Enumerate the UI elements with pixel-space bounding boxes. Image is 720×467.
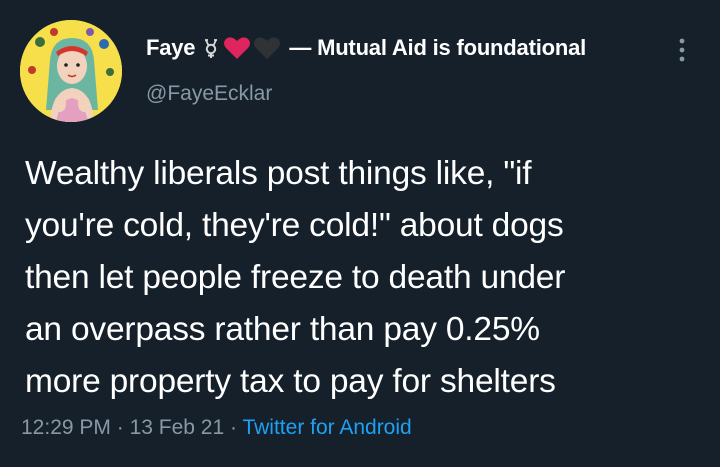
tweet-text-line: Wealthy liberals post things like, "if: [25, 155, 532, 192]
meta-separator: ·: [230, 416, 237, 439]
tweet-text-line: more property tax to pay for shelters: [25, 363, 556, 400]
display-name-suffix: — Mutual Aid is foundational: [289, 35, 587, 60]
name-emoji-group: [203, 36, 281, 60]
author-row: Faye — Mutual Aid is foundational: [146, 33, 586, 63]
black-heart-icon: [254, 37, 281, 59]
tweet-text: Wealthy liberals post things like, "if y…: [25, 148, 715, 408]
tweet-meta: 12:29 PM · 13 Feb 21 · Twitter for Andro…: [21, 416, 412, 440]
tweet-card: Faye — Mutual Aid is foundational @FayeE…: [0, 0, 720, 467]
avatar[interactable]: [20, 20, 122, 122]
more-options-icon[interactable]: [676, 36, 688, 64]
red-heart-icon: [224, 37, 251, 59]
tweet-date[interactable]: 13 Feb 21: [130, 416, 225, 439]
tweet-text-line: then let people freeze to death under: [25, 259, 566, 296]
transgender-symbol-icon: [205, 39, 218, 58]
user-handle[interactable]: @FayeEcklar: [146, 82, 272, 106]
tweet-source-link[interactable]: Twitter for Android: [242, 416, 411, 439]
tweet-text-line: an overpass rather than pay 0.25%: [25, 311, 540, 348]
tweet-time[interactable]: 12:29 PM: [21, 416, 111, 439]
meta-separator: ·: [116, 416, 124, 439]
avatar-illustration-icon: [20, 20, 122, 122]
display-name[interactable]: Faye: [146, 35, 196, 61]
tweet-text-line: you're cold, they're cold!" about dogs: [25, 207, 564, 244]
